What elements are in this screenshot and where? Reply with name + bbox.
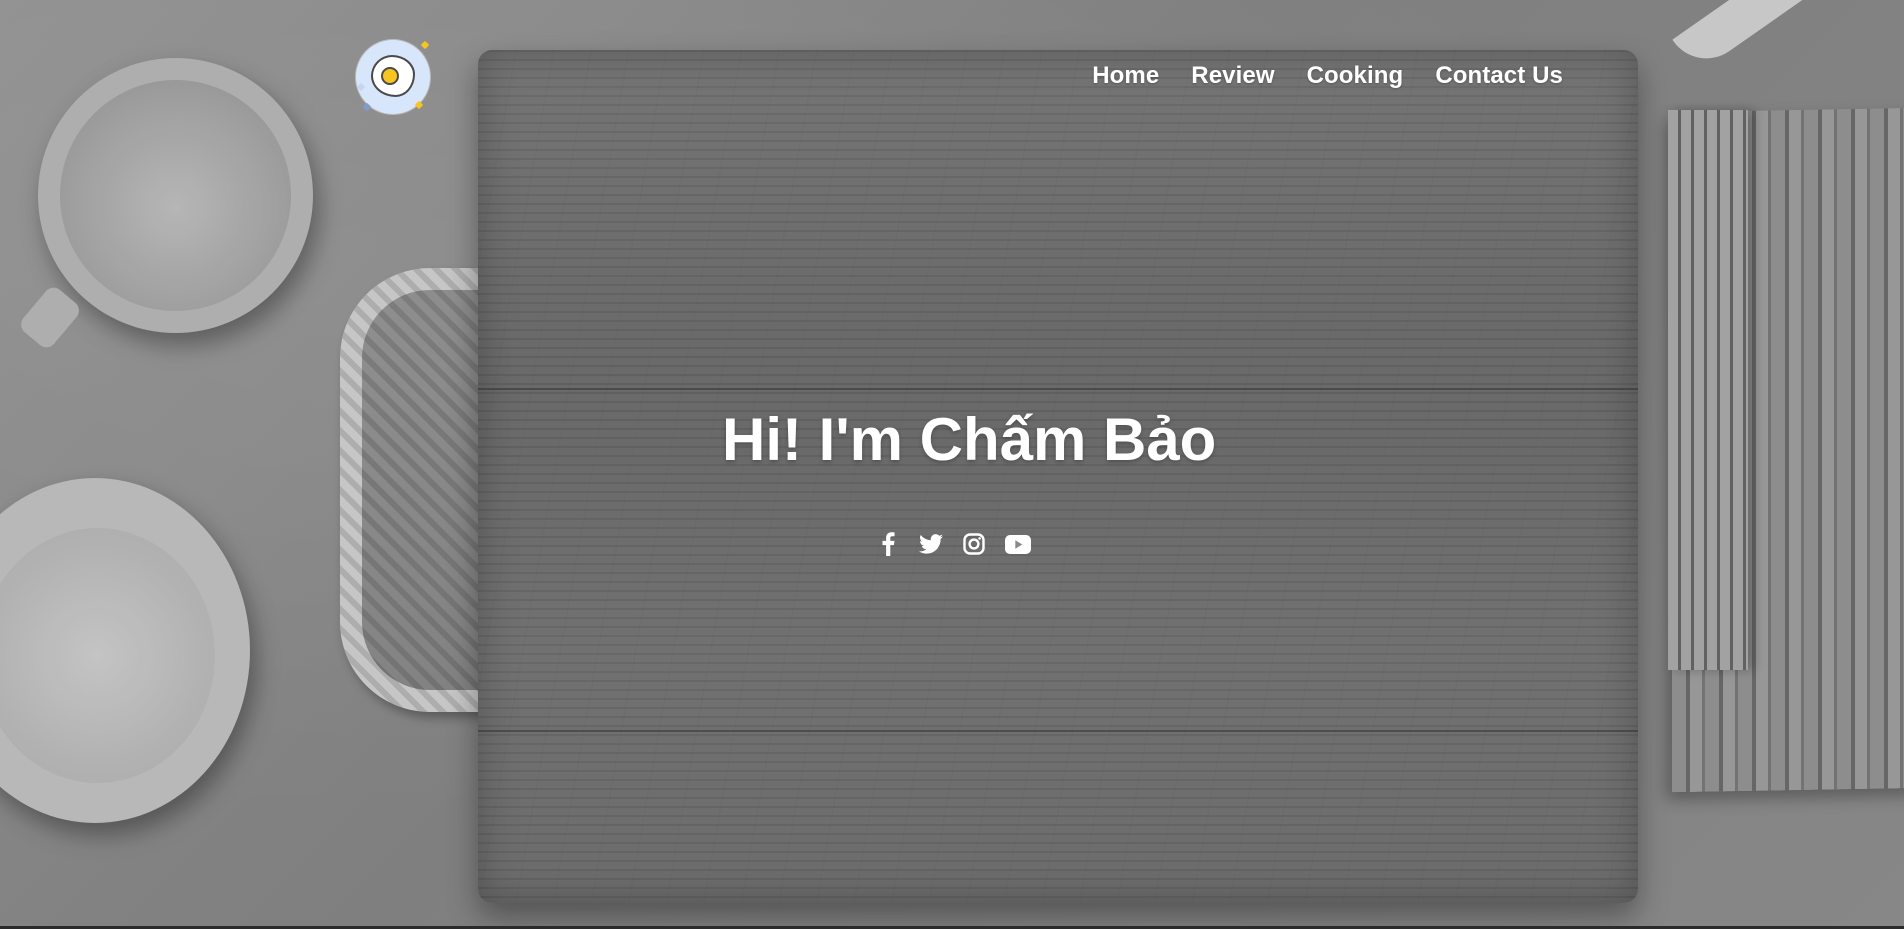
facebook-link[interactable] bbox=[876, 532, 900, 556]
nav-contact-us[interactable]: Contact Us bbox=[1435, 62, 1563, 90]
nav-home[interactable]: Home bbox=[1092, 62, 1159, 90]
instagram-icon bbox=[963, 533, 985, 555]
youtube-link[interactable] bbox=[1005, 532, 1031, 556]
youtube-icon bbox=[1005, 534, 1031, 554]
site-logo[interactable] bbox=[356, 40, 430, 114]
hero-headline: Hi! I'm Chấm Bảo bbox=[722, 406, 1217, 473]
hero-section: Home Review Cooking Contact Us Hi! I'm C… bbox=[0, 0, 1904, 926]
nav-cooking[interactable]: Cooking bbox=[1307, 62, 1404, 90]
main-navigation: Home Review Cooking Contact Us bbox=[1092, 62, 1563, 90]
twitter-icon bbox=[919, 534, 943, 554]
instagram-link[interactable] bbox=[962, 532, 986, 556]
nav-review[interactable]: Review bbox=[1191, 62, 1274, 90]
twitter-link[interactable] bbox=[919, 532, 943, 556]
facebook-icon bbox=[882, 532, 895, 556]
social-links bbox=[876, 532, 1031, 556]
